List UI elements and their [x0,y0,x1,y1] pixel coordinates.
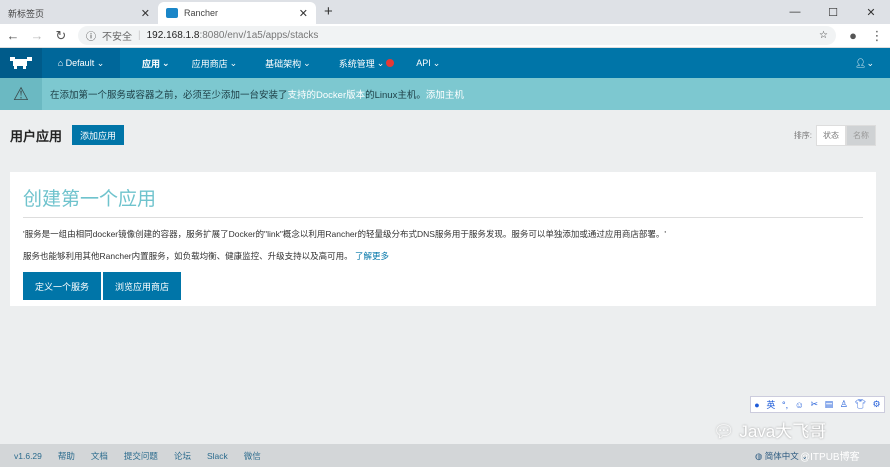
emoji-icon[interactable]: ☺ [795,400,804,410]
browser-tab-bar: 新标签页 ✕ Rancher ✕ + — ☐ ✕ [0,0,890,24]
learn-more-link[interactable]: 了解更多 [355,251,389,261]
add-app-button[interactable]: 添加应用 [72,125,125,145]
nav-infrastructure[interactable]: 基础架构 ⌄ [265,57,311,70]
rancher-favicon-icon [166,8,178,18]
nav-label: API [416,58,431,68]
tab-label: 新标签页 [8,8,45,19]
alert-icon [386,59,395,67]
define-service-button[interactable]: 定义一个服务 [23,272,102,300]
top-nav: ⌂ Default ⌄ 应用 ⌄ 应用商店 ⌄ 基础架构 ⌄ 系统管理 ⌄ API ⌄ 👤… [0,48,890,78]
scissors-icon[interactable]: ✂ [811,399,819,410]
reload-icon[interactable]: ↻ [54,28,68,44]
nav-admin[interactable]: 系统管理 ⌄ [339,57,395,70]
footer: v1.6.29 帮助 文档 提交问题 论坛 Slack 微信 ◍ 简体中文 ⌄ [0,444,890,467]
rancher-logo-icon[interactable] [0,48,42,78]
watermark-2: @ITPUB博客 [800,452,860,463]
docker-version-link[interactable]: 支持的Docker版本 [288,87,366,101]
nav-label: 系统管理 [338,58,375,69]
address-bar: ← → ↻ ⓘ 不安全 | 192.168.1.8:8080/env/1a5/a… [0,24,890,48]
url-input[interactable]: ⓘ 不安全 | 192.168.1.8:8080/env/1a5/apps/st… [78,26,836,45]
nav-label: 基础架构 [265,58,302,69]
close-icon[interactable]: ✕ [299,7,308,20]
warning-text: 在添加第一个服务或容器之前，必须至少添加一台安装了 [50,90,288,101]
version-label: v1.6.29 [14,450,42,461]
sort-by-name[interactable]: 名称 [846,124,876,146]
nav-catalog[interactable]: 应用商店 ⌄ [192,57,238,70]
profile-icon[interactable]: ● [846,28,860,43]
card-title: 创建第一个应用 [23,184,863,218]
minimize-icon[interactable]: — [776,6,814,18]
tab-new[interactable]: 新标签页 ✕ [0,2,158,24]
language-label: 简体中文 [764,450,799,461]
close-window-icon[interactable]: ✕ [852,6,890,19]
nav-api[interactable]: API ⌄ [416,58,440,69]
footer-slack-link[interactable]: Slack [207,451,228,461]
back-icon[interactable]: ← [6,28,20,43]
description-1: '服务是一组由相同docker镜像创建的容器，服务扩展了Docker的"link… [23,229,667,239]
url-host: 192.168.1.8 [146,30,200,41]
warning-text-2: 的Linux主机。 [365,90,426,101]
footer-forum-link[interactable]: 论坛 [174,450,191,462]
browse-catalog-button[interactable]: 浏览应用商店 [103,272,182,300]
info-icon: ⓘ [86,32,96,43]
warning-icon: ⚠ [0,78,42,110]
footer-help-link[interactable]: 帮助 [58,450,75,462]
settings-icon[interactable]: ⚙ [873,399,881,410]
punct-icon[interactable]: °, [782,400,788,410]
keyboard-icon[interactable]: ▤ [825,399,834,410]
warning-banner: ⚠ 在添加第一个服务或容器之前，必须至少添加一台安装了 支持的Docker版本 的… [0,78,890,110]
watermark: 💬︎ Java大飞哥 [713,417,826,442]
ime-lang[interactable]: 英 [766,398,775,411]
add-host-link[interactable]: 添加主机 [426,87,464,101]
tab-rancher[interactable]: Rancher ✕ [158,2,316,24]
nav-label: 应用商店 [191,58,228,69]
tab-label: Rancher [184,8,219,18]
new-tab-button[interactable]: + [316,2,341,24]
page-title: 用户应用 [10,128,63,144]
footer-issue-link[interactable]: 提交问题 [124,450,158,462]
description-2: 服务也能够利用其他Rancher内置服务，如负载均衡、健康监控、升级支持以及高可… [23,251,353,261]
star-icon[interactable]: ☆ [819,30,828,41]
env-dropdown[interactable]: ⌂ Default ⌄ [42,48,120,78]
skin-icon[interactable]: 👕︎ [854,399,865,410]
ime-logo-icon[interactable]: ● [754,400,759,410]
ime-toolbar: ● 英 °, ☺ ✂ ▤ ♙ 👕︎ ⚙ [750,396,885,413]
home-icon: ⌂ [57,58,66,68]
url-path: :8080/env/1a5/apps/stacks [199,30,319,41]
watermark-text: Java大飞哥 [739,422,827,441]
empty-state-card: 创建第一个应用 '服务是一组由相同docker镜像创建的容器，服务扩展了Dock… [10,172,876,306]
close-icon[interactable]: ✕ [141,7,150,20]
wechat-icon: 💬︎ [713,422,740,441]
nav-label: 应用 [142,58,161,69]
menu-icon[interactable]: ⋮ [870,28,884,44]
footer-wechat-link[interactable]: 微信 [244,450,261,462]
maximize-icon[interactable]: ☐ [814,6,852,19]
footer-docs-link[interactable]: 文档 [91,450,108,462]
nav-apps[interactable]: 应用 ⌄ [142,57,170,70]
user-icon[interactable]: 👤︎⌄ [855,58,874,69]
insecure-label: 不安全 [102,32,132,43]
forward-icon[interactable]: → [30,28,44,43]
sort-label: 排序: [793,130,812,140]
sort-by-state[interactable]: 状态 [816,124,846,146]
user-icon[interactable]: ♙ [840,399,848,410]
env-label: Default [65,58,95,68]
